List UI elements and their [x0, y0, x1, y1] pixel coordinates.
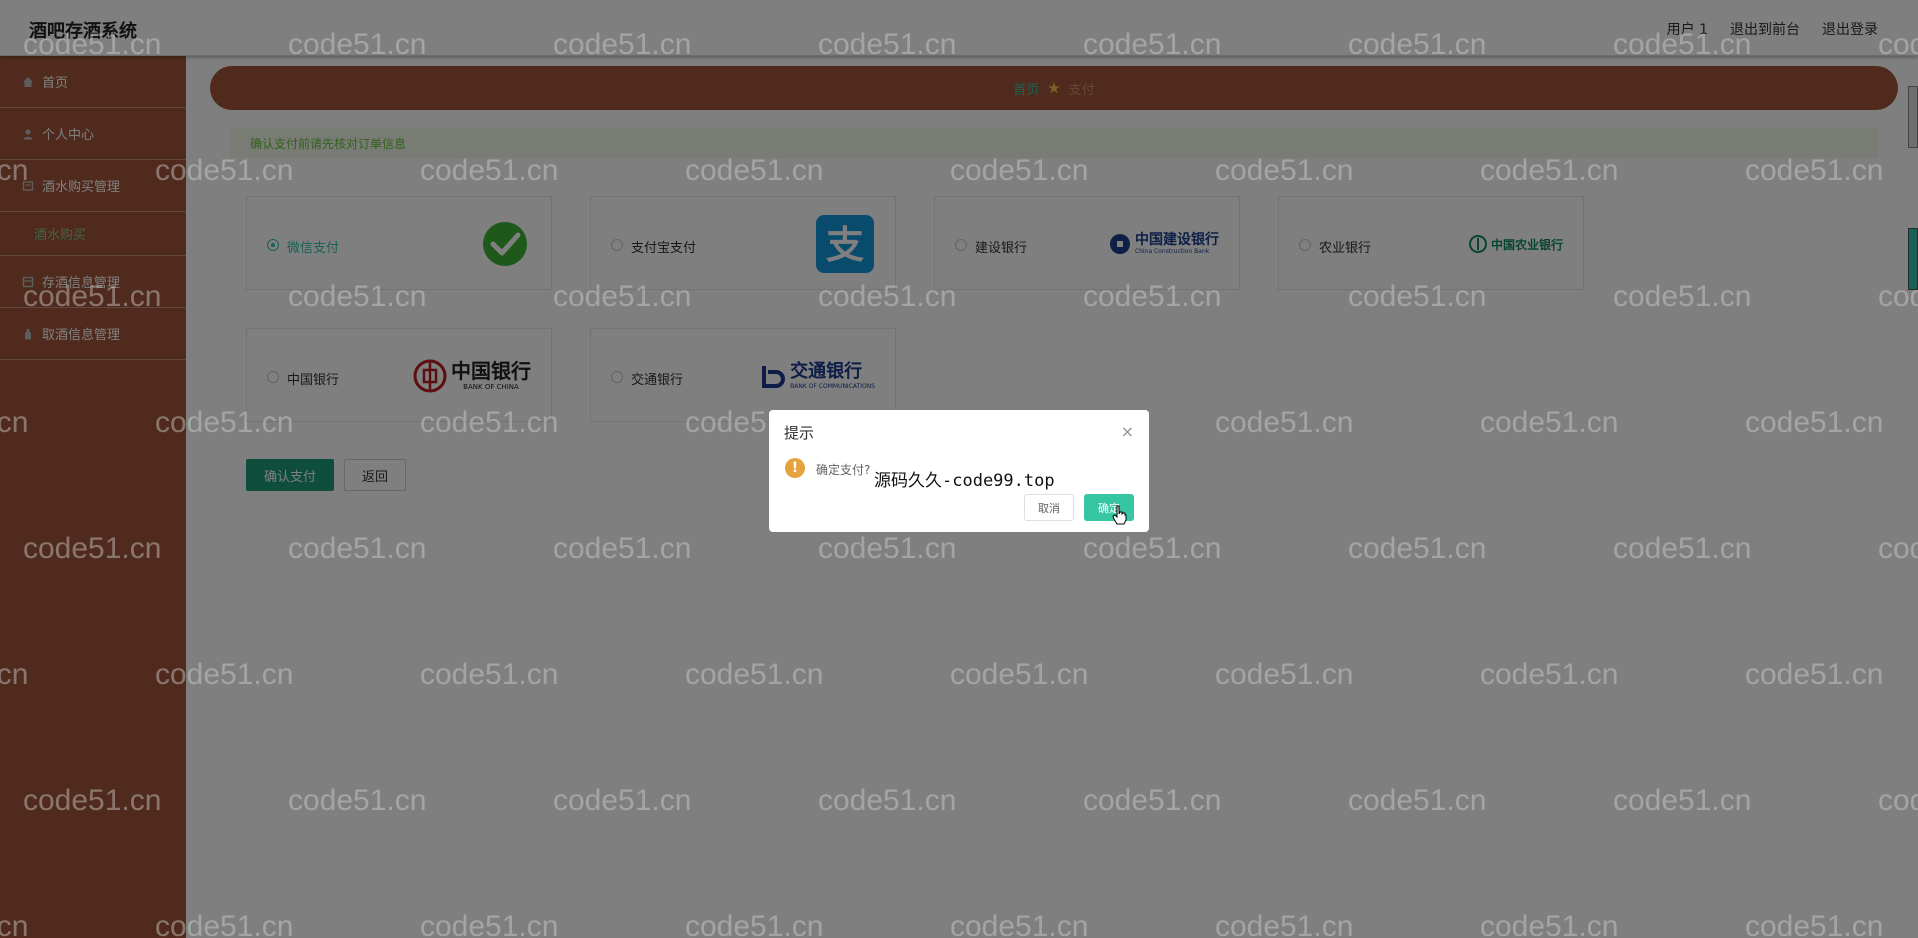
dialog-overlay-text: 源码久久-code99.top — [874, 471, 1055, 491]
dialog-message: 确定支付? — [816, 463, 871, 477]
close-icon[interactable]: × — [1121, 422, 1134, 441]
dialog-title: 提示 — [784, 424, 815, 442]
dialog-cancel-button[interactable]: 取消 — [1024, 494, 1074, 521]
hand-cursor-icon — [1112, 505, 1128, 529]
warning-icon: ! — [785, 458, 805, 478]
confirm-dialog: 提示 × ! 确定支付? 源码久久-code99.top 取消 确定 — [769, 410, 1149, 532]
